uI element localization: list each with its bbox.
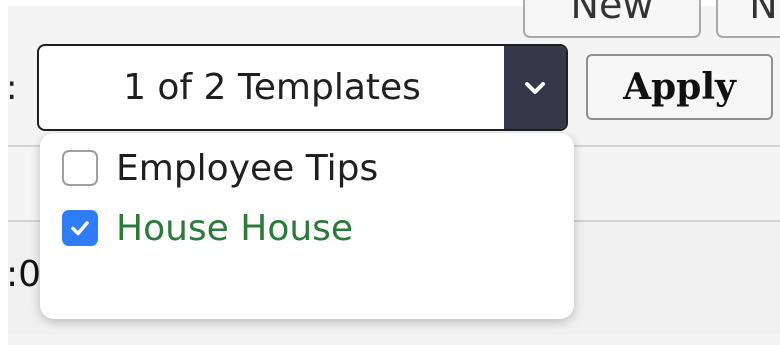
apply-button[interactable]: Apply <box>586 54 773 120</box>
dropdown-option-house-house[interactable]: House House <box>62 206 353 250</box>
dropdown-option-employee-tips[interactable]: Employee Tips <box>62 146 378 190</box>
next-button[interactable]: N <box>716 0 780 38</box>
field-label: : <box>6 68 18 108</box>
chevron-down-icon[interactable] <box>504 46 566 129</box>
dropdown-option-label: House House <box>116 207 354 249</box>
template-select[interactable]: 1 of 2 Templates <box>37 44 568 131</box>
template-dropdown: Employee Tips House House <box>40 133 574 319</box>
time-value: :0 <box>6 254 42 295</box>
new-button[interactable]: New <box>523 0 701 38</box>
checkbox[interactable] <box>62 150 98 186</box>
template-select-value: 1 of 2 Templates <box>123 67 421 108</box>
checkbox-checked[interactable] <box>62 210 98 246</box>
dropdown-option-label: Employee Tips <box>116 147 379 189</box>
checkmark-icon <box>71 221 89 236</box>
chevron-down-glyph <box>525 81 545 94</box>
